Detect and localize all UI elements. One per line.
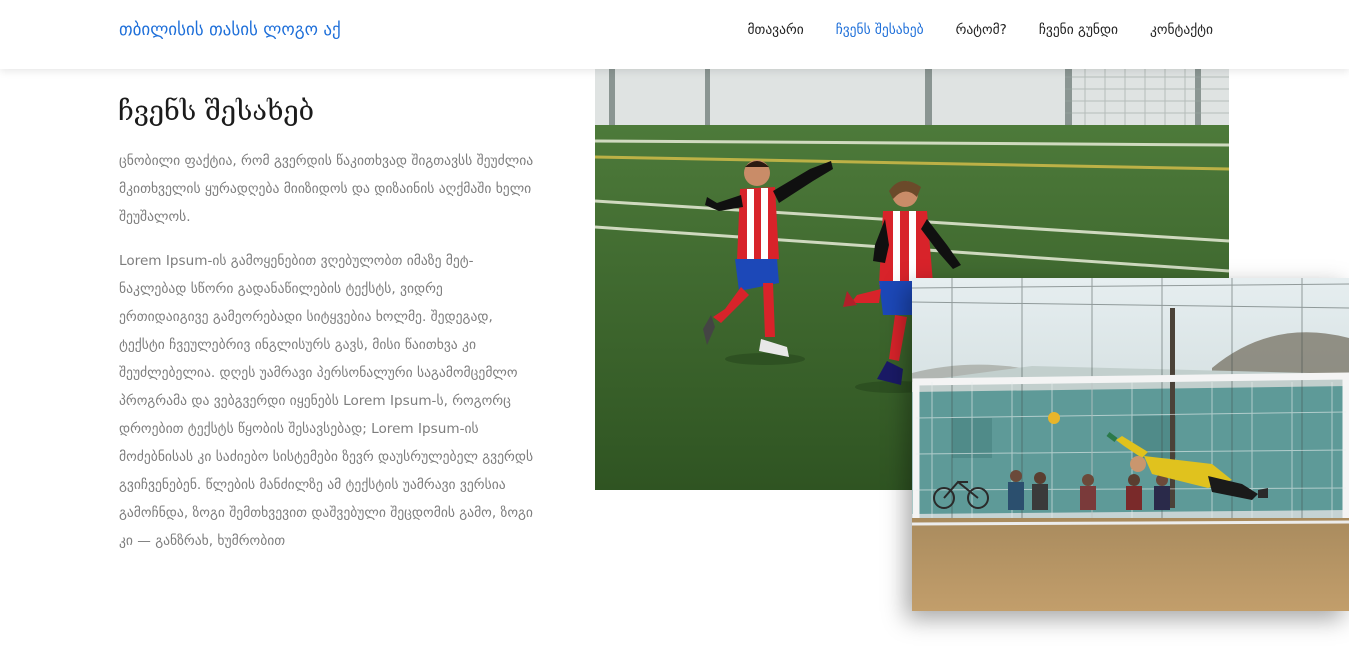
goalkeeper-diving-photo (912, 278, 1349, 611)
about-title: ჩვენს შესახებ (118, 96, 315, 127)
nav-item-why[interactable]: რატომ? (956, 22, 1007, 38)
navbar: თბილისის თასის ლოგო აქ მთავარი ჩვენს შეს… (0, 0, 1349, 69)
logo-link[interactable]: თბილისის თასის ლოგო აქ (119, 20, 341, 40)
nav-item-home[interactable]: მთავარი (747, 22, 803, 38)
main-nav: მთავარი ჩვენს შესახებ რატომ? ჩვენი გუნდი… (715, 22, 1213, 38)
about-paragraph-1: ცნობილი ფაქტია, რომ გვერდის წაკითხვად ში… (119, 153, 534, 225)
nav-item-team[interactable]: ჩვენი გუნდი (1039, 22, 1118, 38)
nav-item-contact[interactable]: კონტაქტი (1150, 22, 1213, 38)
nav-item-about[interactable]: ჩვენს შესახებ (836, 22, 924, 38)
about-paragraph-2: Lorem Ipsum-ის გამოყენებით ვღებულობთ იმა… (119, 253, 534, 549)
